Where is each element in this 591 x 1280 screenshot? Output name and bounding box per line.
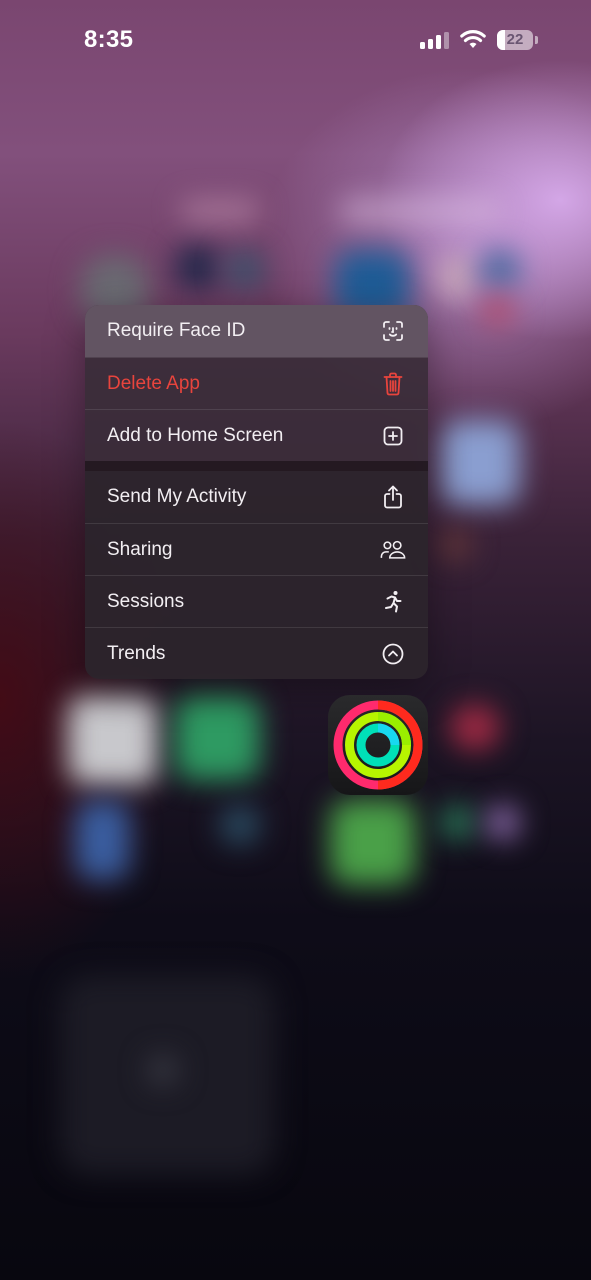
blurred-widget-dot [148, 1055, 178, 1085]
blurred-app-icon [440, 805, 475, 840]
people-icon [380, 537, 406, 563]
blurred-app-icon [450, 705, 500, 750]
status-time: 8:35 [84, 26, 134, 53]
blurred-app-icon [480, 295, 515, 325]
share-icon [380, 484, 406, 510]
blurred-app-icon [480, 250, 520, 290]
menu-section-separator [85, 461, 428, 471]
blurred-label [180, 200, 260, 222]
running-figure-icon [380, 589, 406, 615]
menu-item-trends[interactable]: Trends [85, 627, 428, 679]
battery-icon: 22 [497, 30, 533, 50]
menu-item-delete-app[interactable]: Delete App [85, 357, 428, 409]
menu-item-send-my-activity[interactable]: Send My Activity [85, 471, 428, 523]
blurred-app-icon [68, 695, 158, 785]
menu-item-label: Sessions [107, 590, 185, 612]
blurred-app-icon [175, 245, 220, 290]
menu-item-add-to-home-screen[interactable]: Add to Home Screen [85, 409, 428, 461]
battery-cap [535, 36, 538, 44]
face-id-icon [380, 318, 406, 344]
blurred-app-icon [440, 530, 470, 560]
blurred-label [340, 200, 500, 222]
blurred-app-icon [175, 695, 260, 780]
blurred-app-icon [75, 800, 130, 880]
menu-item-label: Send My Activity [107, 486, 247, 507]
menu-item-require-face-id[interactable]: Require Face ID [85, 305, 428, 357]
menu-item-label: Require Face ID [107, 320, 246, 341]
wifi-icon [460, 30, 486, 48]
chevron-up-circle-icon [380, 641, 406, 667]
menu-item-label: Sharing [107, 538, 173, 560]
menu-group-system-actions: Require Face ID Delete App Add to Home S… [85, 305, 428, 461]
app-context-menu: Require Face ID Delete App Add to Home S… [85, 305, 428, 679]
menu-group-app-actions: Send My Activity Sharing Sessions Trends [85, 471, 428, 679]
menu-item-sharing[interactable]: Sharing [85, 523, 428, 575]
blurred-app-icon [485, 805, 520, 840]
blurred-app-icon [440, 420, 520, 505]
trash-icon [380, 371, 406, 397]
menu-item-sessions[interactable]: Sessions [85, 575, 428, 627]
blurred-app-icon [220, 805, 260, 845]
menu-item-label: Delete App [107, 372, 200, 394]
cellular-signal-icon [420, 32, 449, 49]
activity-rings-icon [333, 700, 423, 790]
status-bar: 8:35 22 [0, 0, 591, 80]
plus-square-icon [380, 423, 406, 449]
blurred-app-icon [330, 800, 415, 885]
fitness-app-icon[interactable] [328, 695, 428, 795]
menu-item-label: Trends [107, 642, 166, 664]
battery-level: 22 [506, 31, 524, 48]
blurred-app-icon [225, 250, 265, 290]
blurred-app-icon [440, 255, 475, 300]
menu-item-label: Add to Home Screen [107, 424, 284, 446]
